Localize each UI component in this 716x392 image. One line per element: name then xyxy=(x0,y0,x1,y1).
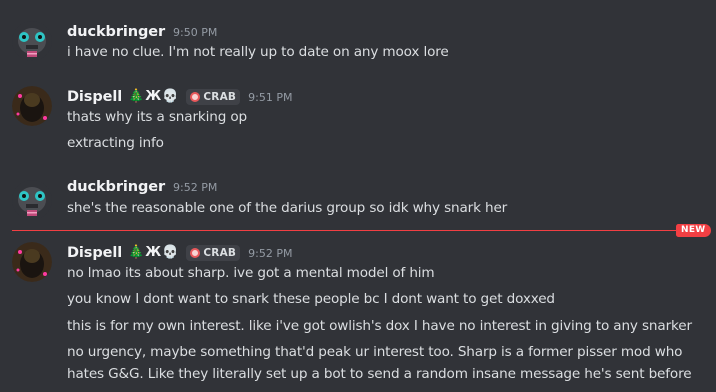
avatar-dispell[interactable] xyxy=(12,86,52,126)
skull-icon: 💀 xyxy=(162,89,179,104)
crab-icon xyxy=(190,92,201,102)
message-text: this is for my own interest. like i've g… xyxy=(67,318,692,334)
message-group: Dispell 🎄 Ж 💀 CRAB 9:51 PM thats why its… xyxy=(0,78,716,168)
duck-avatar-icon xyxy=(12,21,52,61)
username[interactable]: duckbringer xyxy=(67,179,165,195)
message-text: hates G&G. Like they literally set up a … xyxy=(67,366,692,382)
guild-tag[interactable]: CRAB xyxy=(186,245,241,261)
username[interactable]: duckbringer xyxy=(67,24,165,40)
message-header: Dispell 🎄 Ж 💀 CRAB 9:52 PM xyxy=(67,242,292,264)
message-text: thats why its a snarking op xyxy=(67,109,247,125)
zhe-badge: Ж xyxy=(145,89,162,104)
guild-tag[interactable]: CRAB xyxy=(186,89,241,105)
dispell-avatar-icon xyxy=(12,86,52,126)
avatar-duckbringer[interactable] xyxy=(12,180,52,220)
message-text: she's the reasonable one of the darius g… xyxy=(67,200,508,216)
message-header: duckbringer 9:50 PM xyxy=(67,21,217,43)
message-group: Dispell 🎄 Ж 💀 CRAB 9:52 PM no lmao its a… xyxy=(0,240,716,392)
crab-icon xyxy=(190,248,201,258)
message-text: i have no clue. I'm not really up to dat… xyxy=(67,44,449,60)
message-text: you know I dont want to snark these peop… xyxy=(67,291,555,307)
timestamp[interactable]: 9:51 PM xyxy=(248,91,292,104)
guild-tag-label: CRAB xyxy=(203,247,237,259)
message-text: extracting info xyxy=(67,135,164,151)
guild-tag-label: CRAB xyxy=(203,91,237,103)
zhe-badge: Ж xyxy=(145,245,162,260)
timestamp[interactable]: 9:52 PM xyxy=(173,181,217,194)
message-group: duckbringer 9:50 PM i have no clue. I'm … xyxy=(0,0,716,70)
tree-icon: 🎄 xyxy=(128,89,145,104)
user-badges: 🎄 Ж 💀 xyxy=(128,246,178,260)
username[interactable]: Dispell xyxy=(67,89,122,105)
timestamp[interactable]: 9:50 PM xyxy=(173,26,217,39)
dispell-avatar-icon xyxy=(12,242,52,282)
tree-icon: 🎄 xyxy=(128,245,145,260)
message-text: no lmao its about sharp. ive got a menta… xyxy=(67,265,435,281)
user-badges: 🎄 Ж 💀 xyxy=(128,90,178,104)
message-header: duckbringer 9:52 PM xyxy=(67,176,217,198)
message-group: duckbringer 9:52 PM she's the reasonable… xyxy=(0,176,716,226)
duck-avatar-icon xyxy=(12,180,52,220)
new-messages-divider xyxy=(12,230,688,231)
avatar-duckbringer[interactable] xyxy=(12,21,52,61)
new-messages-badge: NEW xyxy=(676,224,711,237)
message-header: Dispell 🎄 Ж 💀 CRAB 9:51 PM xyxy=(67,86,292,108)
username[interactable]: Dispell xyxy=(67,245,122,261)
message-text: no urgency, maybe something that'd peak … xyxy=(67,344,683,360)
skull-icon: 💀 xyxy=(162,245,179,260)
avatar-dispell[interactable] xyxy=(12,242,52,282)
timestamp[interactable]: 9:52 PM xyxy=(248,247,292,260)
